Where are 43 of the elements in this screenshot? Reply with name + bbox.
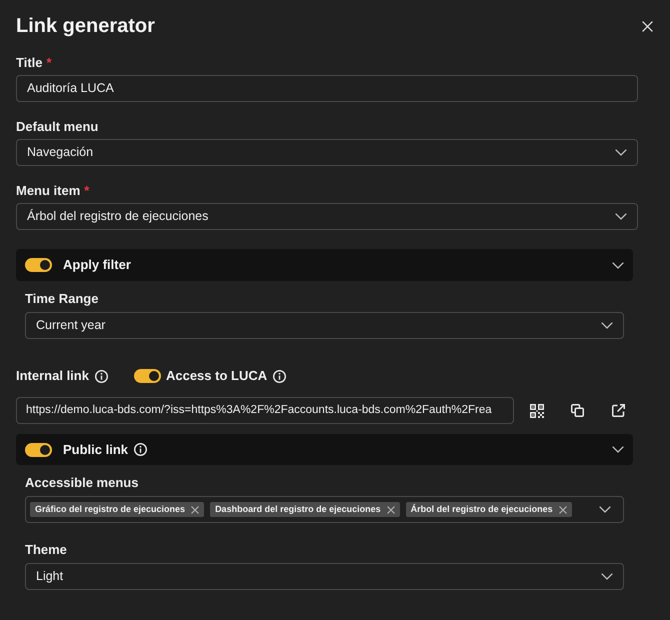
toggle-switch[interactable]	[25, 442, 52, 456]
dropdown-field[interactable]: Navegación	[16, 139, 638, 166]
info-icon[interactable]	[94, 370, 108, 382]
copy-icon[interactable]	[571, 404, 584, 417]
dropdown-field[interactable]: Light	[25, 563, 624, 590]
info-icon[interactable]	[134, 443, 148, 456]
tag-label: Dashboard del registro de ejecuciones	[215, 502, 381, 516]
toggle-switch[interactable]	[25, 258, 52, 272]
dialog-title: Link generator	[16, 14, 155, 39]
tag-label: Árbol del registro de ejecuciones	[410, 502, 553, 516]
tag-label: Gráfico del registro de ejecuciones	[35, 502, 186, 516]
field-label: Time Range	[25, 290, 98, 308]
required-mark: *	[46, 54, 52, 72]
section-label: Internal link	[16, 367, 89, 386]
field-label: Menu item	[16, 182, 80, 200]
panel-title: Public link	[63, 440, 128, 459]
external-link-icon[interactable]	[612, 404, 625, 417]
url-field[interactable]: https://demo.luca-bds.com/?iss=https%3A%2F%2Faccounts.luca-bds.com%2Fauth%2Frea	[16, 397, 514, 424]
field-label: Theme	[25, 541, 67, 559]
dropdown-field[interactable]: Árbol del registro de ejecuciones	[16, 203, 638, 230]
chevron-down-icon	[615, 149, 627, 156]
toggle-label: Access to LUCA	[166, 367, 268, 386]
chevron-down-icon	[599, 506, 611, 513]
multiselect-field[interactable]: Gráfico del registro de ejecuciones Dashboard del registro de ejecuciones Árbol del registro de ejecuciones	[25, 496, 624, 523]
dropdown-field[interactable]: Current year	[25, 312, 624, 339]
panel-title: Apply filter	[63, 256, 131, 274]
chevron-down-icon	[601, 322, 613, 329]
field-label: Default menu	[16, 118, 98, 136]
close-icon[interactable]	[642, 20, 653, 32]
chevron-down-icon	[615, 213, 627, 220]
text-field[interactable]: Auditoría LUCA	[16, 75, 638, 102]
chevron-down-icon	[601, 573, 613, 580]
remove-icon[interactable]	[386, 506, 395, 514]
field-label: Title	[16, 54, 42, 72]
panel-header[interactable]: Public link	[16, 434, 633, 465]
remove-icon[interactable]	[191, 506, 200, 514]
toggle-switch[interactable]	[134, 369, 161, 383]
field-label: Accessible menus	[25, 474, 138, 492]
qr-code-icon[interactable]	[530, 404, 544, 418]
remove-icon[interactable]	[558, 506, 567, 514]
panel-header[interactable]: Apply filter	[16, 249, 633, 281]
required-mark: *	[84, 182, 90, 200]
info-icon[interactable]	[273, 370, 286, 382]
